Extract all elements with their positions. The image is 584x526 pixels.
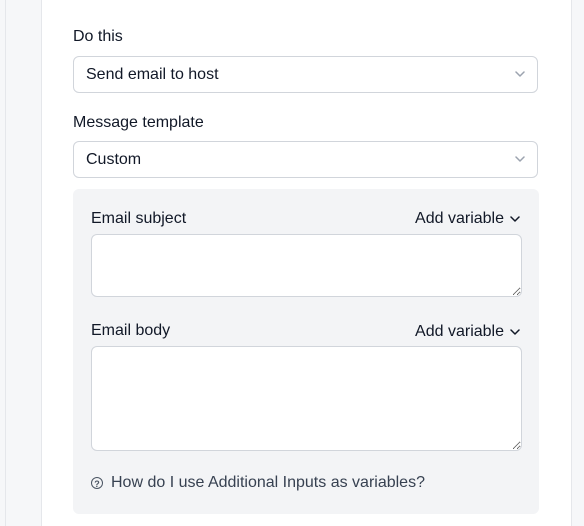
variables-help-text: How do I use Additional Inputs as variab… xyxy=(111,474,425,491)
template-select[interactable]: Custom xyxy=(73,141,538,178)
email-subject-input[interactable] xyxy=(91,234,522,297)
variables-help-link[interactable]: ? How do I use Additional Inputs as vari… xyxy=(91,474,425,492)
chevron-down-icon xyxy=(510,216,520,222)
email-subject-add-variable-button[interactable]: Add variable xyxy=(415,210,520,228)
add-variable-label: Add variable xyxy=(415,210,504,227)
chevron-down-icon xyxy=(515,156,525,162)
email-body-label: Email body xyxy=(91,322,171,339)
email-subject-label: Email subject xyxy=(91,210,187,227)
question-circle-icon: ? xyxy=(91,477,103,489)
action-select-value: Send email to host xyxy=(86,66,219,83)
page-rail xyxy=(5,0,6,526)
email-body-add-variable-button[interactable]: Add variable xyxy=(415,323,520,341)
chevron-down-icon xyxy=(510,329,520,335)
template-label: Message template xyxy=(73,114,204,131)
action-select[interactable]: Send email to host xyxy=(73,56,538,93)
add-variable-label: Add variable xyxy=(415,323,504,340)
chevron-down-icon xyxy=(515,71,525,77)
template-select-value: Custom xyxy=(86,151,142,168)
action-label: Do this xyxy=(73,28,123,45)
email-body-input[interactable] xyxy=(91,346,522,451)
